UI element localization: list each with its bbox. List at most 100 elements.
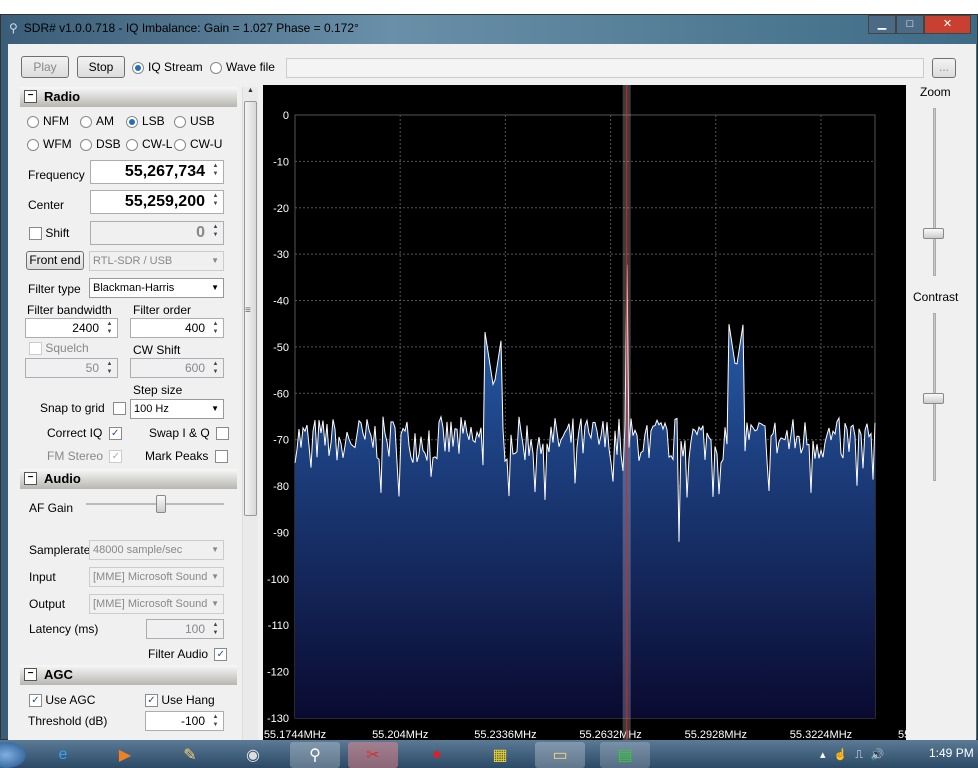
splitter-handle[interactable]: ≡ — [245, 305, 251, 316]
radio-icon — [210, 61, 222, 74]
radio-icon — [126, 115, 138, 128]
mode-radio-dsb[interactable]: DSB — [80, 137, 121, 151]
title-bar: ⚲ SDR# v1.0.0.718 - IQ Imbalance: Gain =… — [9, 21, 359, 35]
taskbar: e ▶ ✎ ◉ ⚲ ✂ ● ▦ ▭ ▤ ▴☝⎍🔊 1:49 PM — [0, 740, 978, 768]
user-app-icon[interactable]: ✎ — [165, 742, 215, 768]
media-player-icon[interactable]: ▶ — [100, 742, 150, 768]
threshold-label: Threshold (dB) — [28, 714, 108, 728]
snap-to-grid-checkbox[interactable]: Snap to grid — [40, 401, 127, 416]
stop-button[interactable]: Stop — [77, 56, 125, 78]
filter-order-label: Filter order — [133, 303, 192, 317]
audio-section-header[interactable]: Audio — [20, 469, 237, 489]
spectrum-analyzer[interactable]: 0 -10 -20 -30 -40 -50 -60 -70 -80 -90 -100 -110 -120… — [263, 85, 954, 741]
mode-radio-cw-u[interactable]: CW-U — [174, 137, 222, 151]
snipping-tool-icon[interactable]: ✂ — [348, 742, 398, 768]
mode-radio-lsb[interactable]: LSB — [126, 114, 165, 128]
center-label: Center — [28, 198, 65, 212]
fm-stereo-checkbox[interactable]: FM Stereo ✓ — [47, 449, 123, 464]
y-tick-label: -120 — [267, 667, 289, 679]
app-icon: ⚲ — [9, 21, 18, 35]
zoom-slider-thumb[interactable] — [923, 228, 944, 239]
correct-iq-checkbox[interactable]: Correct IQ ✓ — [47, 426, 122, 441]
radio-icon — [132, 61, 144, 74]
input-label: Input — [29, 570, 56, 584]
spectrum-chart[interactable]: 0 -10 -20 -30 -40 -50 -60 -70 -80 -90 -100 -110 -120… — [263, 85, 954, 741]
filter-bandwidth-input[interactable]: 2400 ▲ ▼ — [25, 318, 118, 338]
output-select[interactable]: [MME] Microsoft Sound — [89, 594, 224, 614]
radio-icon — [174, 115, 186, 128]
x-tick-label: 55.1744MHz — [264, 729, 326, 740]
y-tick-label: -10 — [273, 156, 289, 168]
record-icon[interactable]: ● — [412, 742, 462, 768]
wave-file-radio[interactable]: Wave file — [210, 60, 275, 74]
threshold-input[interactable]: -100 ▲ ▼ — [145, 711, 224, 731]
y-tick-label: -90 — [273, 527, 289, 539]
contrast-slider-thumb[interactable] — [923, 393, 944, 404]
x-tick-label: 55.352MHz — [898, 729, 906, 740]
filter-order-input[interactable]: 400 ▲ ▼ — [130, 318, 224, 338]
mode-radio-usb[interactable]: USB — [174, 114, 215, 128]
mode-radio-nfm[interactable]: NFM — [27, 114, 69, 128]
use-agc-checkbox[interactable]: ✓ Use AGC — [29, 693, 95, 708]
system-tray-icons[interactable]: ▴☝⎍🔊 — [820, 748, 893, 762]
clock[interactable]: 1:49 PM — [929, 746, 974, 760]
af-gain-slider[interactable] — [86, 503, 224, 505]
zoom-slider[interactable] — [933, 108, 936, 276]
start-button[interactable] — [0, 742, 26, 768]
close-button[interactable]: ✕ — [924, 15, 971, 34]
y-tick-label: -70 — [273, 435, 289, 447]
mode-radio-am[interactable]: AM — [80, 114, 114, 128]
cw-shift-input[interactable]: 600 ▲ ▼ — [130, 358, 224, 378]
spectrum-fill — [295, 264, 875, 718]
mark-peaks-checkbox[interactable]: Mark Peaks — [145, 449, 228, 464]
use-hang-checkbox[interactable]: ✓ Use Hang — [145, 693, 215, 708]
filter-audio-checkbox[interactable]: Filter Audio ✓ — [148, 647, 228, 662]
maximize-button[interactable]: □ — [896, 15, 924, 34]
explorer-icon[interactable]: ▭ — [535, 742, 585, 768]
squelch-input[interactable]: 50 ▲ ▼ — [25, 358, 118, 378]
y-tick-label: -60 — [273, 388, 289, 400]
front-end-button[interactable]: Front end — [26, 251, 84, 270]
frequency-input[interactable]: 55,267,734 ▲ ▼ — [90, 160, 224, 184]
left-panel-scrollbar[interactable]: ▲ — [242, 87, 258, 740]
shift-checkbox[interactable]: Shift — [29, 226, 69, 241]
y-tick-label: -80 — [273, 481, 289, 493]
games-icon[interactable]: ▦ — [475, 742, 525, 768]
x-tick-label: 55.2336MHz — [474, 729, 536, 740]
x-tick-label: 55.2928MHz — [685, 729, 747, 740]
mode-radio-wfm[interactable]: WFM — [27, 137, 72, 151]
swap-iq-checkbox[interactable]: Swap I & Q — [149, 426, 230, 441]
monitor-app-icon[interactable]: ▤ — [600, 742, 650, 768]
filter-type-label: Filter type — [28, 282, 81, 296]
output-label: Output — [29, 597, 66, 611]
filter-type-select[interactable]: Blackman-Harris — [89, 278, 224, 298]
shift-input[interactable]: 0 ▲ ▼ — [90, 221, 224, 245]
step-size-select[interactable]: 100 Hz — [130, 399, 224, 419]
squelch-checkbox[interactable]: Squelch — [29, 341, 89, 356]
af-gain-label: AF Gain — [29, 501, 74, 515]
sdr-app-icon[interactable]: ⚲ — [290, 742, 340, 768]
mode-radios: NFM AM LSB USB WFM DSB CW-L CW-U — [27, 114, 237, 160]
radio-icon — [27, 115, 39, 128]
webcam-icon[interactable]: ◉ — [228, 742, 278, 768]
center-input[interactable]: 55,259,200 ▲ ▼ — [90, 190, 224, 214]
mode-radio-cw-l[interactable]: CW-L — [126, 137, 172, 151]
minimize-button[interactable]: ▁ — [868, 15, 896, 34]
iq-stream-radio[interactable]: IQ Stream — [132, 60, 203, 74]
contrast-label: Contrast — [913, 290, 959, 304]
internet-explorer-icon[interactable]: e — [38, 742, 88, 768]
y-tick-label: -40 — [273, 296, 289, 308]
file-path-input[interactable] — [286, 58, 924, 78]
af-gain-thumb[interactable] — [156, 495, 167, 513]
radio-section-header[interactable]: Radio — [20, 87, 237, 107]
front-end-select[interactable]: RTL-SDR / USB — [89, 251, 224, 271]
input-select[interactable]: [MME] Microsoft Sound — [89, 567, 224, 587]
latency-input[interactable]: 100 ▲ ▼ — [146, 619, 224, 639]
browse-button[interactable]: ... — [932, 58, 956, 78]
play-button[interactable]: Play — [21, 56, 69, 78]
samplerate-select[interactable]: 48000 sample/sec — [89, 540, 224, 560]
y-tick-label: -20 — [273, 203, 289, 215]
agc-section-header[interactable]: AGC — [20, 665, 237, 685]
radio-icon — [80, 138, 92, 151]
filter-bandwidth-label: Filter bandwidth — [27, 303, 112, 317]
